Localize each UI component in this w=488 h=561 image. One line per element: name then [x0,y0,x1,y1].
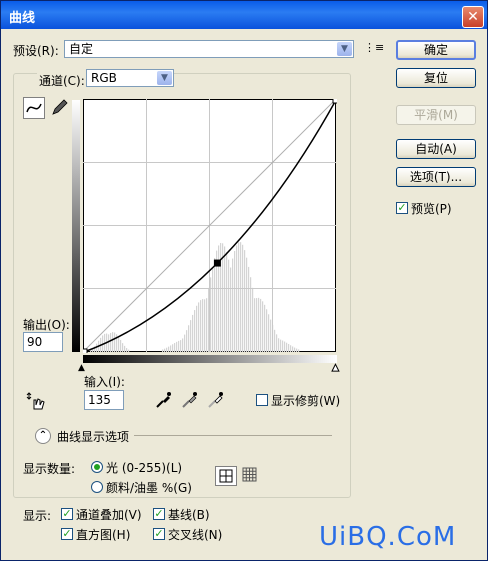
channel-value: RGB [91,71,117,85]
window-title: 曲线 [9,11,36,26]
radio-pigment-label: 颜料/油墨 %(G) [106,481,192,495]
curve-tool-icon [26,103,42,113]
baseline-checkbox[interactable]: ✓ [153,508,165,520]
pencil-icon[interactable] [49,97,69,117]
preview-checkbox[interactable]: ✓ [396,202,408,214]
input-field[interactable]: 135 [84,390,124,410]
curve-control-point[interactable] [332,99,337,104]
channel-overlay-checkbox[interactable]: ✓ [61,508,73,520]
curve-graph[interactable] [83,99,337,353]
display-label: 显示: [23,509,52,523]
output-field[interactable]: 90 [23,332,63,352]
curve-options-label: 曲线显示选项 [57,430,130,444]
grid-detailed-icon[interactable] [241,466,259,484]
output-gradient-bar [72,100,80,352]
histogram-label: 直方图(H) [76,528,131,542]
show-clipping-checkbox[interactable] [256,394,268,406]
curve-tool-button[interactable] [23,97,45,119]
channel-overlay-label: 通道叠加(V) [76,508,142,522]
histogram-checkbox[interactable]: ✓ [61,528,73,540]
grid-simple-button[interactable] [215,466,237,486]
input-gradient-bar [83,355,337,363]
preset-label: 预设(R): [13,44,59,58]
output-label: 输出(O): [23,318,70,332]
display-amount-label: 显示数量: [23,462,76,476]
baseline-label: 基线(B) [168,508,210,522]
section-divider [134,435,332,436]
hand-adjust-icon[interactable] [25,391,47,411]
radio-light-label: 光 (0-255)(L) [106,461,183,475]
collapse-toggle-icon[interactable]: ⌃ [35,428,51,444]
preset-select[interactable]: 自定 ▼ [64,40,354,58]
ok-button[interactable]: 确定 [396,40,476,60]
grid-simple-icon [219,469,233,483]
preview-label: 预览(P) [411,202,452,216]
watermark-text: UiBQ.CoM [319,522,457,552]
chevron-down-icon: ▼ [157,71,172,85]
radio-light[interactable] [91,461,103,473]
show-clipping-label: 显示修剪(W) [271,394,341,408]
preset-menu-icon[interactable]: ⋮≡ [364,41,384,54]
intersection-checkbox[interactable]: ✓ [153,528,165,540]
curve-control-point[interactable] [83,348,88,353]
input-label: 输入(I): [84,375,125,389]
intersection-label: 交叉线(N) [168,528,223,542]
auto-button[interactable]: 自动(A) [396,139,476,159]
channel-label: 通道(C): [37,72,87,89]
preset-value: 自定 [69,42,94,56]
curve-control-point[interactable] [213,259,221,267]
black-point-slider[interactable]: ▲ [78,363,85,373]
radio-pigment[interactable] [91,481,103,493]
title-bar[interactable]: 曲线 ✕ [1,1,487,29]
curves-dialog: 曲线 ✕ 预设(R): 自定 ▼ ⋮≡ 确定 复位 平滑(M) 自动(A) 选项… [0,0,488,561]
white-point-slider[interactable]: ▲ [332,363,340,374]
eyedropper-white-icon[interactable] [206,391,224,409]
eyedropper-gray-icon[interactable] [180,391,198,409]
reset-button[interactable]: 复位 [396,68,476,88]
smooth-button[interactable]: 平滑(M) [396,105,476,125]
channel-select[interactable]: RGB ▼ [86,69,174,87]
close-button[interactable]: ✕ [462,6,484,28]
chevron-down-icon: ▼ [337,42,352,56]
options-button[interactable]: 选项(T)... [396,167,476,187]
eyedropper-black-icon[interactable] [154,391,172,409]
